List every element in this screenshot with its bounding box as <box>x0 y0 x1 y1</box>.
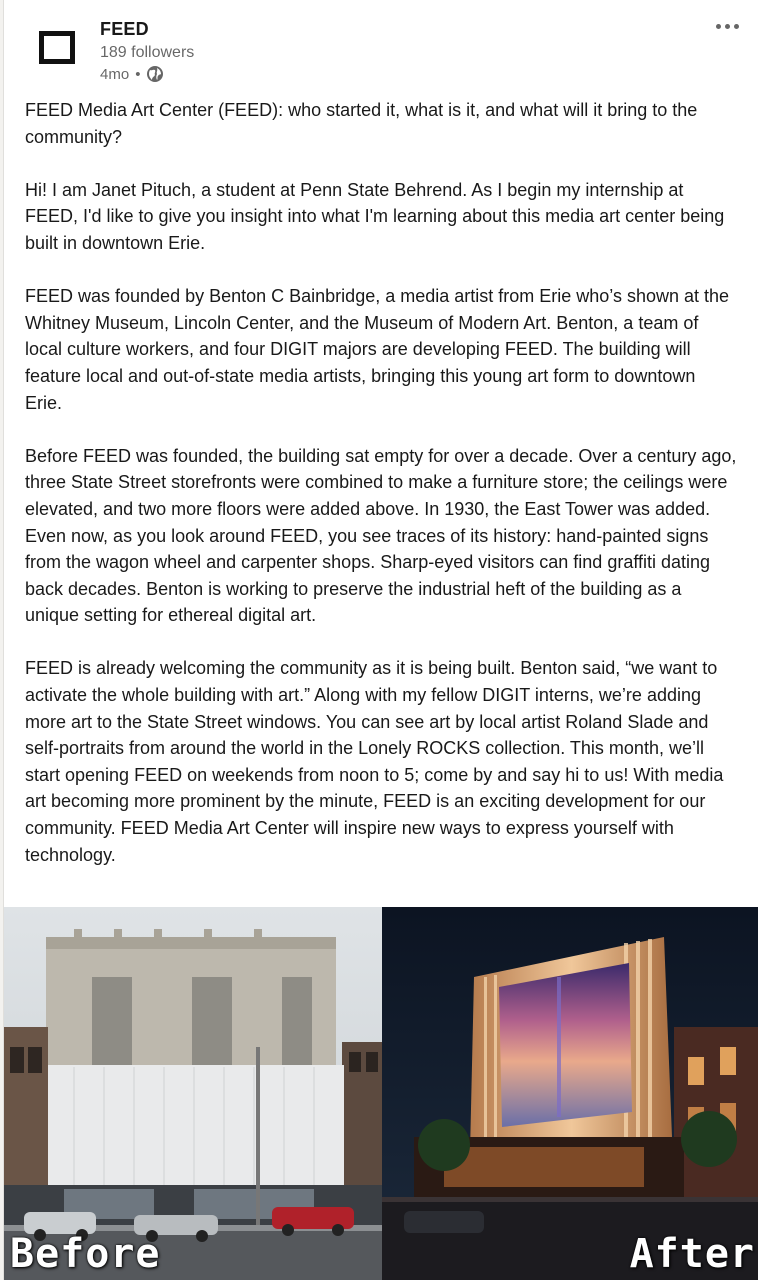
building-comparison-image <box>4 907 758 1280</box>
more-dot <box>724 23 730 29</box>
company-logo[interactable] <box>25 20 89 84</box>
post-paragraph: FEED is already welcoming the community … <box>25 658 724 865</box>
post-meta: 4mo • <box>100 65 164 83</box>
post-header: FEED 189 followers 4mo • <box>4 0 758 90</box>
post-image-before-after[interactable]: Before After <box>4 907 758 1280</box>
more-dot <box>733 23 739 29</box>
feed-logo-icon <box>39 31 75 64</box>
post-paragraph: FEED Media Art Center (FEED): who starte… <box>25 100 698 147</box>
before-label: Before <box>10 1231 161 1277</box>
post-age: 4mo <box>100 65 130 83</box>
post-paragraph: Hi! I am Janet Pituch, a student at Penn… <box>25 179 725 253</box>
post-paragraph: FEED was founded by Benton C Bainbridge,… <box>25 286 730 413</box>
company-name[interactable]: FEED <box>100 19 149 40</box>
follower-count: 189 followers <box>100 44 195 61</box>
post-body: FEED Media Art Center (FEED): who starte… <box>25 97 737 868</box>
after-label: After <box>629 1231 755 1277</box>
globe-icon <box>146 65 164 83</box>
more-horizontal-icon <box>715 23 721 29</box>
more-options-button[interactable] <box>709 12 745 40</box>
post-paragraph: Before FEED was founded, the building sa… <box>25 445 737 626</box>
meta-separator: • <box>135 65 141 83</box>
feed-post-card: FEED 189 followers 4mo • FEED Media Art … <box>3 0 758 1280</box>
